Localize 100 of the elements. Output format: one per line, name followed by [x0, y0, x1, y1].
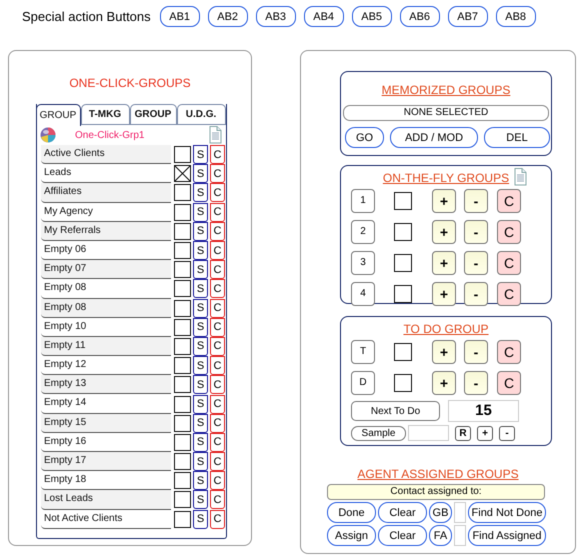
letter-button[interactable]: T — [351, 340, 375, 364]
group-label[interactable]: Empty 15 — [41, 414, 171, 433]
number-button[interactable]: 2 — [351, 220, 375, 244]
code-field[interactable] — [454, 525, 466, 546]
ball-icon[interactable] — [40, 127, 56, 143]
checkbox[interactable] — [394, 254, 412, 272]
clear-button[interactable]: C — [210, 375, 225, 394]
clear-button[interactable]: C — [497, 282, 521, 306]
clear-button[interactable]: C — [497, 220, 521, 244]
group-label[interactable]: Affiliates — [41, 183, 171, 203]
checkbox[interactable] — [174, 396, 191, 413]
add-button[interactable]: + — [432, 188, 456, 212]
add-button[interactable]: + — [432, 220, 456, 244]
group-label[interactable]: My Referrals — [41, 222, 171, 241]
tab[interactable]: T-MKG — [80, 104, 130, 125]
select-button[interactable]: S — [193, 471, 208, 490]
checkbox[interactable] — [174, 510, 191, 528]
clear-button[interactable]: C — [497, 370, 521, 394]
code-button[interactable]: GB — [429, 502, 452, 523]
checkbox[interactable] — [174, 204, 191, 221]
remove-button[interactable]: - — [464, 220, 488, 244]
code-button[interactable]: FA — [429, 525, 452, 546]
group-label[interactable]: Empty 17 — [41, 452, 171, 472]
group-label[interactable]: Not Active Clients — [41, 510, 171, 529]
action-button[interactable]: AB5 — [352, 6, 392, 27]
select-button[interactable]: S — [193, 432, 208, 452]
action-button[interactable]: AB7 — [448, 6, 488, 27]
remove-button[interactable]: - — [464, 340, 488, 364]
action-button[interactable]: AB4 — [304, 6, 344, 27]
checkbox[interactable] — [394, 222, 412, 240]
checkbox[interactable] — [394, 192, 412, 210]
clear-button[interactable]: Clear — [378, 525, 427, 546]
clear-button[interactable]: C — [497, 188, 521, 212]
find-button[interactable]: Find Not Done — [468, 502, 546, 523]
add-button[interactable]: + — [432, 250, 456, 274]
select-button[interactable]: S — [193, 145, 208, 164]
small-button[interactable]: - — [499, 426, 515, 440]
clear-button[interactable]: C — [210, 222, 225, 241]
checkbox[interactable] — [174, 165, 191, 182]
number-button[interactable]: 4 — [351, 282, 375, 306]
select-button[interactable]: S — [193, 241, 208, 260]
select-button[interactable]: S — [193, 336, 208, 356]
remove-button[interactable]: - — [464, 370, 488, 394]
clear-button[interactable]: C — [210, 318, 225, 337]
select-button[interactable]: S — [193, 356, 208, 376]
clear-button[interactable]: C — [210, 432, 225, 452]
action-button[interactable]: AB3 — [256, 6, 296, 27]
small-button[interactable]: + — [477, 426, 493, 440]
select-button[interactable]: S — [193, 298, 208, 318]
checkbox[interactable] — [174, 318, 191, 336]
checkbox[interactable] — [174, 376, 191, 394]
clear-button[interactable]: C — [210, 336, 225, 356]
clear-button[interactable]: C — [210, 202, 225, 222]
next-to-do-button[interactable]: Next To Do — [351, 401, 440, 421]
group-label[interactable]: Active Clients — [41, 145, 171, 164]
clear-button[interactable]: Clear — [378, 502, 427, 523]
action-button[interactable]: AB1 — [160, 6, 200, 27]
action-button[interactable]: AB2 — [208, 6, 248, 27]
checkbox[interactable] — [174, 261, 191, 278]
select-button[interactable]: S — [193, 510, 208, 529]
checkbox[interactable] — [174, 184, 191, 202]
clear-button[interactable]: C — [210, 510, 225, 529]
action-button[interactable]: Assign — [327, 525, 376, 546]
select-button[interactable]: S — [193, 490, 208, 510]
checkbox[interactable] — [174, 146, 191, 164]
letter-button[interactable]: D — [351, 370, 375, 394]
select-button[interactable]: S — [193, 394, 208, 414]
select-button[interactable]: S — [193, 375, 208, 394]
checkbox[interactable] — [174, 453, 191, 470]
number-button[interactable]: 3 — [351, 250, 375, 274]
tab[interactable]: GROUP — [36, 104, 80, 126]
clear-button[interactable]: C — [210, 394, 225, 414]
memorized-button[interactable]: GO — [345, 127, 384, 148]
clear-button[interactable]: C — [497, 340, 521, 364]
add-button[interactable]: + — [432, 340, 456, 364]
tab[interactable]: GROUP — [130, 104, 176, 125]
sample-field[interactable] — [408, 425, 449, 441]
sample-button[interactable]: Sample — [351, 426, 406, 440]
memorized-button[interactable]: ADD / MOD — [390, 127, 478, 148]
select-button[interactable]: S — [193, 279, 208, 298]
code-field[interactable] — [454, 502, 466, 523]
checkbox[interactable] — [174, 222, 191, 240]
find-button[interactable]: Find Assigned — [468, 525, 546, 546]
clear-button[interactable]: C — [210, 164, 225, 184]
select-button[interactable]: S — [193, 202, 208, 222]
clear-button[interactable]: C — [210, 241, 225, 260]
clear-button[interactable]: C — [210, 490, 225, 510]
small-button[interactable]: R — [455, 426, 471, 440]
checkbox[interactable] — [174, 357, 191, 374]
clear-button[interactable]: C — [210, 183, 225, 202]
select-button[interactable]: S — [193, 452, 208, 472]
checkbox[interactable] — [174, 414, 191, 432]
action-button[interactable]: AB8 — [496, 6, 536, 27]
add-button[interactable]: + — [432, 282, 456, 306]
group-label[interactable]: Empty 13 — [41, 375, 171, 394]
select-button[interactable]: S — [193, 222, 208, 241]
clear-button[interactable]: C — [210, 471, 225, 490]
select-button[interactable]: S — [193, 318, 208, 337]
group-label[interactable]: Empty 07 — [41, 260, 171, 280]
checkbox[interactable] — [394, 374, 412, 392]
